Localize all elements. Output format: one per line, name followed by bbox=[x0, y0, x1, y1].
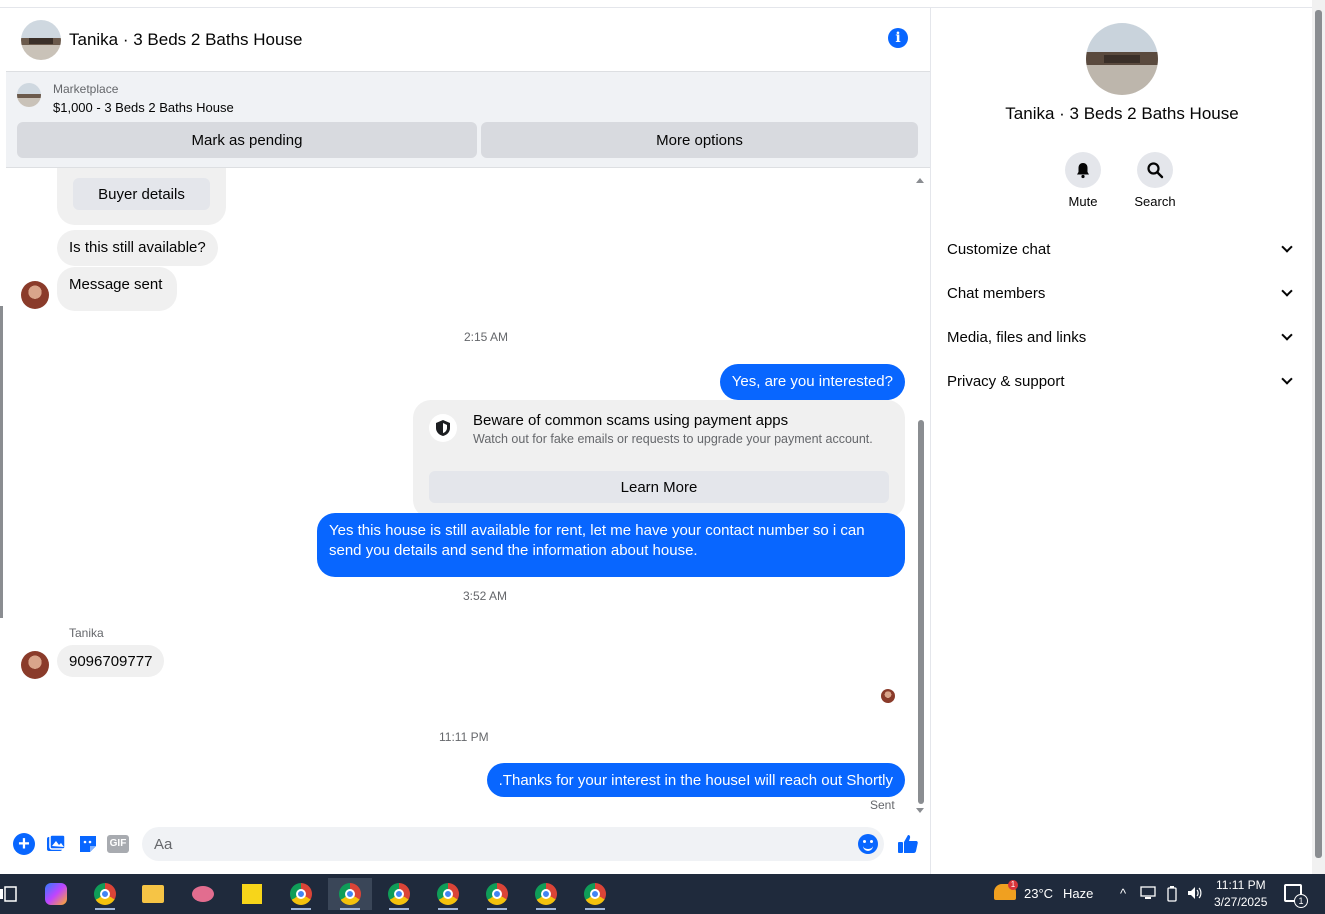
chevron-down-icon bbox=[1281, 373, 1293, 385]
chevron-up-icon[interactable]: ^ bbox=[1115, 886, 1131, 902]
weather-condition[interactable]: Haze bbox=[1063, 886, 1093, 901]
chevron-down-icon bbox=[1281, 241, 1293, 253]
photo-icon[interactable] bbox=[45, 833, 67, 855]
info-icon[interactable]: i bbox=[888, 28, 908, 48]
volume-icon[interactable] bbox=[1187, 886, 1203, 902]
search-label: Search bbox=[1134, 194, 1176, 209]
page-scrollbar-thumb[interactable] bbox=[1315, 10, 1322, 858]
section-label: Media, files and links bbox=[947, 328, 1087, 346]
gif-icon[interactable]: GIF bbox=[107, 835, 129, 853]
sender-avatar[interactable] bbox=[21, 281, 49, 309]
file-explorer-icon[interactable] bbox=[131, 878, 175, 910]
listing-profile-photo[interactable] bbox=[1086, 23, 1158, 95]
sender-avatar[interactable] bbox=[21, 651, 49, 679]
mute-button[interactable]: Mute bbox=[1048, 152, 1118, 209]
thumbs-up-icon[interactable] bbox=[896, 832, 920, 861]
sender-name: Tanika bbox=[69, 626, 104, 640]
chat-header: Tanika · 3 Beds 2 Baths House i bbox=[6, 8, 930, 72]
scam-warning-card: Beware of common scams using payment app… bbox=[413, 400, 905, 518]
weather-temp[interactable]: 23°C bbox=[1024, 886, 1053, 901]
mark-as-pending-button[interactable]: Mark as pending bbox=[17, 122, 477, 158]
panel-title: Tanika · 3 Beds 2 Baths House bbox=[1005, 104, 1239, 123]
message-bubble-incoming[interactable]: Is this still available? bbox=[57, 230, 218, 266]
message-bubble-outgoing[interactable]: .Thanks for your interest in the houseI … bbox=[486, 763, 905, 797]
message-status: Sent bbox=[870, 798, 895, 812]
message-composer: + GIF bbox=[6, 826, 930, 866]
section-customize-chat[interactable]: Customize chat bbox=[947, 231, 1297, 267]
section-chat-members[interactable]: Chat members bbox=[947, 275, 1297, 311]
network-icon[interactable] bbox=[1140, 886, 1156, 902]
marketplace-item[interactable]: $1,000 - 3 Beds 2 Baths House bbox=[53, 100, 234, 115]
message-bubble-outgoing[interactable]: Yes, are you interested? bbox=[719, 364, 905, 400]
chrome-icon[interactable] bbox=[426, 878, 470, 910]
chrome-icon[interactable] bbox=[524, 878, 568, 910]
left-scrollbar-edge bbox=[0, 306, 3, 618]
windows-taskbar: 1 23°C Haze ^ 11:11 PM 3/27/2025 1 bbox=[0, 874, 1325, 914]
message-bubble-outgoing[interactable]: Yes this house is still available for re… bbox=[317, 513, 905, 577]
clock-date[interactable]: 3/27/2025 bbox=[1214, 895, 1267, 909]
chat-scrollbar-thumb[interactable] bbox=[918, 420, 924, 804]
listing-avatar[interactable] bbox=[21, 19, 61, 60]
bell-icon bbox=[1065, 152, 1101, 188]
chrome-icon[interactable] bbox=[83, 878, 127, 910]
plus-icon[interactable]: + bbox=[13, 833, 35, 855]
scroll-up-arrow-icon[interactable] bbox=[916, 178, 924, 183]
search-button[interactable]: Search bbox=[1120, 152, 1190, 209]
search-icon bbox=[1137, 152, 1173, 188]
message-timestamp: 3:52 AM bbox=[463, 589, 508, 603]
section-privacy-support[interactable]: Privacy & support bbox=[947, 363, 1297, 399]
message-bubble-incoming[interactable]: Message sent bbox=[57, 267, 178, 311]
section-label: Customize chat bbox=[947, 240, 1051, 258]
sticker-icon[interactable] bbox=[77, 833, 99, 855]
section-label: Chat members bbox=[947, 284, 1046, 302]
marketplace-label: Marketplace bbox=[53, 82, 119, 96]
section-label: Privacy & support bbox=[947, 372, 1065, 390]
chevron-down-icon bbox=[1281, 329, 1293, 341]
clock-time[interactable]: 11:11 PM bbox=[1216, 878, 1266, 892]
battery-icon[interactable] bbox=[1164, 886, 1180, 902]
emoji-icon[interactable] bbox=[858, 834, 878, 854]
snipping-tool-icon[interactable] bbox=[181, 878, 225, 910]
chrome-icon[interactable] bbox=[573, 878, 617, 910]
learn-more-button[interactable]: Learn More bbox=[429, 471, 889, 503]
weather-badge: 1 bbox=[1008, 880, 1018, 890]
scam-warning-title: Beware of common scams using payment app… bbox=[473, 412, 789, 429]
conversation-info-panel: Tanika · 3 Beds 2 Baths House Mute Searc… bbox=[930, 8, 1312, 874]
scroll-down-arrow-icon[interactable] bbox=[916, 808, 924, 813]
shield-icon bbox=[429, 414, 457, 442]
mute-label: Mute bbox=[1068, 194, 1098, 209]
notifications-badge: 1 bbox=[1294, 894, 1308, 908]
read-receipt-avatar bbox=[881, 689, 895, 703]
message-timestamp: 11:11 PM bbox=[439, 730, 489, 744]
message-timestamp: 2:15 AM bbox=[464, 330, 509, 344]
chrome-icon[interactable] bbox=[279, 878, 323, 910]
sticky-notes-icon[interactable] bbox=[230, 878, 274, 910]
task-view-icon[interactable] bbox=[0, 878, 30, 910]
message-input[interactable] bbox=[142, 827, 884, 861]
chrome-icon[interactable] bbox=[328, 878, 372, 910]
section-media-files-links[interactable]: Media, files and links bbox=[947, 319, 1297, 355]
marketplace-banner: Marketplace $1,000 - 3 Beds 2 Baths Hous… bbox=[6, 72, 930, 168]
marketplace-thumbnail[interactable] bbox=[17, 83, 41, 107]
chrome-icon[interactable] bbox=[475, 878, 519, 910]
chat-title[interactable]: Tanika · 3 Beds 2 Baths House bbox=[69, 30, 302, 50]
browser-top-strip bbox=[0, 0, 1312, 8]
copilot-icon[interactable] bbox=[34, 878, 78, 910]
buyer-details-button[interactable]: Buyer details bbox=[73, 178, 210, 210]
more-options-button[interactable]: More options bbox=[481, 122, 918, 158]
chat-column: Tanika · 3 Beds 2 Baths House i Marketpl… bbox=[6, 8, 930, 874]
buyer-details-card: Buyer details bbox=[57, 168, 226, 225]
message-bubble-incoming[interactable]: 9096709777 bbox=[57, 645, 165, 677]
scam-warning-subtitle: Watch out for fake emails or requests to… bbox=[473, 432, 873, 446]
chevron-down-icon bbox=[1281, 285, 1293, 297]
chrome-icon[interactable] bbox=[377, 878, 421, 910]
